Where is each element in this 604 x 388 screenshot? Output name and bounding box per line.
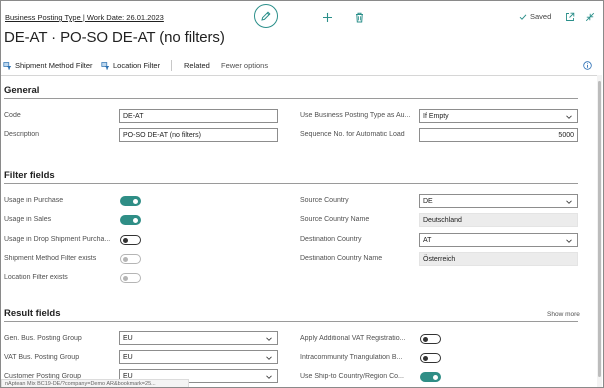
apply-additional-vat-toggle[interactable] <box>420 334 441 344</box>
location-filter-action[interactable]: Location Filter <box>101 57 160 74</box>
chevron-down-icon <box>266 375 272 379</box>
description-field[interactable]: PO-SO DE-AT (no filters) <box>119 128 278 142</box>
usage-in-sales-toggle[interactable] <box>120 215 141 225</box>
location-filter-label: Location Filter <box>113 61 161 70</box>
saved-status: Saved <box>519 12 551 21</box>
new-button[interactable] <box>320 10 334 24</box>
intracommunity-triangulation-label: Intracommunity Triangulation B... <box>300 354 403 361</box>
chevron-down-icon <box>566 115 572 119</box>
toggle-knob <box>123 275 128 281</box>
page-title: DE-AT · PO-SO DE-AT (no filters) <box>4 29 225 46</box>
breadcrumb[interactable]: Business Posting Type | Work Date: 26.01… <box>5 13 164 22</box>
add-icon <box>322 12 332 22</box>
destination-country-value: AT <box>423 236 432 244</box>
toggle-knob <box>433 374 438 380</box>
destination-country-name-field: Österreich <box>419 252 578 266</box>
info-button[interactable] <box>583 57 592 74</box>
delete-button[interactable] <box>352 10 366 24</box>
use-business-posting-type-select[interactable]: If Empty <box>419 109 578 123</box>
toggle-knob <box>123 237 128 243</box>
info-icon <box>583 61 592 70</box>
collapse-button[interactable] <box>583 10 597 24</box>
collapse-icon <box>585 12 595 22</box>
toggle-knob <box>423 355 428 361</box>
sequence-no-field[interactable]: 5000 <box>419 128 578 142</box>
status-bar-url: nAptean Mix BC19-DE/?company=Demo AR&boo… <box>1 379 189 387</box>
shipment-filter-icon <box>3 62 12 70</box>
destination-country-name-label: Destination Country Name <box>300 255 383 262</box>
source-country-select[interactable]: DE <box>419 194 578 208</box>
source-country-name-label: Source Country Name <box>300 216 370 223</box>
destination-country-label: Destination Country <box>300 236 362 243</box>
gen-bus-posting-group-value: EU <box>123 334 133 342</box>
delete-icon <box>355 12 363 22</box>
source-country-value: DE <box>423 197 433 205</box>
edit-icon <box>261 11 271 21</box>
page-frame: Business Posting Type | Work Date: 26.01… <box>0 0 604 388</box>
usage-in-drop-shipment-label: Usage in Drop Shipment Purcha... <box>4 236 111 243</box>
action-bar: Shipment Method Filter Location Filter R… <box>1 57 603 74</box>
location-filter-icon <box>101 62 110 70</box>
gen-bus-posting-group-label: Gen. Bus. Posting Group <box>4 335 82 342</box>
description-label: Description <box>4 131 40 138</box>
toggle-knob <box>133 198 138 204</box>
vat-bus-posting-group-select[interactable]: EU <box>119 350 278 364</box>
location-filter-exists-label: Location Filter exists <box>4 274 68 281</box>
use-ship-to-country-label: Use Ship-to Country/Region Co... <box>300 373 404 380</box>
code-label: Code <box>4 112 21 119</box>
shipment-method-filter-action[interactable]: Shipment Method Filter <box>3 57 93 74</box>
chevron-down-icon <box>266 337 272 341</box>
chevron-down-icon <box>566 239 572 243</box>
location-filter-exists-toggle <box>120 273 141 283</box>
general-divider <box>4 98 578 99</box>
code-field[interactable]: DE-AT <box>119 109 278 123</box>
usage-in-drop-shipment-toggle[interactable] <box>120 235 141 245</box>
source-country-label: Source Country <box>300 197 349 204</box>
vat-bus-posting-group-value: EU <box>123 353 133 361</box>
source-country-name-field: Deutschland <box>419 213 578 227</box>
vat-bus-posting-group-label: VAT Bus. Posting Group <box>4 354 80 361</box>
scrollbar-thumb[interactable] <box>598 81 601 377</box>
toggle-knob <box>123 256 128 262</box>
result-fields-heading[interactable]: Result fields <box>4 308 61 319</box>
action-separator <box>171 60 172 71</box>
apply-additional-vat-label: Apply Additional VAT Registratio... <box>300 335 406 342</box>
usage-in-purchase-label: Usage in Purchase <box>4 197 64 204</box>
use-ship-to-country-toggle[interactable] <box>420 372 441 382</box>
toggle-knob <box>133 217 138 223</box>
shipment-method-filter-exists-label: Shipment Method Filter exists <box>4 255 97 262</box>
related-menu[interactable]: Related <box>184 57 210 74</box>
result-fields-divider <box>4 321 578 322</box>
open-in-new-window-button[interactable] <box>563 10 577 24</box>
usage-in-sales-label: Usage in Sales <box>4 216 52 223</box>
destination-country-select[interactable]: AT <box>419 233 578 247</box>
shipment-method-filter-exists-toggle <box>120 254 141 264</box>
general-heading[interactable]: General <box>4 85 39 96</box>
toggle-knob <box>423 336 428 342</box>
fewer-options-button[interactable]: Fewer options <box>221 57 268 74</box>
chevron-down-icon <box>266 356 272 360</box>
chevron-down-icon <box>566 200 572 204</box>
sequence-no-label: Sequence No. for Automatic Load <box>300 131 405 138</box>
filter-fields-heading[interactable]: Filter fields <box>4 170 55 181</box>
filter-fields-divider <box>4 183 578 184</box>
show-more-link[interactable]: Show more <box>547 311 580 318</box>
saved-label: Saved <box>530 12 552 21</box>
gen-bus-posting-group-select[interactable]: EU <box>119 331 278 345</box>
checkmark-icon <box>519 13 527 20</box>
use-business-posting-type-label: Use Business Posting Type as Au... <box>300 112 411 119</box>
open-in-new-icon <box>566 12 575 21</box>
intracommunity-triangulation-toggle[interactable] <box>420 353 441 363</box>
shipment-method-filter-label: Shipment Method Filter <box>15 61 93 70</box>
use-business-posting-type-value: If Empty <box>423 112 449 120</box>
action-bar-divider <box>1 75 597 76</box>
edit-button[interactable] <box>254 4 278 28</box>
usage-in-purchase-toggle[interactable] <box>120 196 141 206</box>
